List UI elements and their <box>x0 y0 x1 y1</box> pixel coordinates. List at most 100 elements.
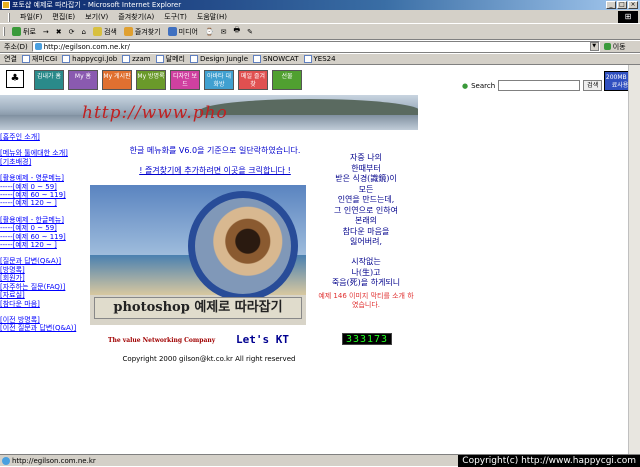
sidebar-link[interactable]: -----[예제 120 ~ ] <box>0 241 86 249</box>
poem-line: 모든 <box>358 184 374 194</box>
browser-window: 포토샵 예제로 따라잡기 - Microsoft Internet Explor… <box>0 0 640 467</box>
sidebar-link[interactable]: [회원가] <box>0 274 86 282</box>
address-label: 주소(D) <box>4 42 28 51</box>
link-item[interactable]: SNOWCAT <box>253 55 299 63</box>
media-icon <box>167 27 177 36</box>
sidebar-link[interactable]: [자주하는 질문(FAQ)] <box>0 283 86 291</box>
poem-line: 자중 나의 <box>350 153 382 162</box>
kt-logo[interactable]: Let's KT <box>236 333 289 346</box>
sidebar-link[interactable]: [활용예제 - 영문메뉴] <box>0 174 86 182</box>
print-button[interactable]: 🖶 <box>234 26 241 37</box>
link-item[interactable]: 달메리 <box>155 54 185 64</box>
go-arrow-icon <box>603 43 611 50</box>
stop-button[interactable]: ✖ <box>56 28 62 36</box>
minimize-button[interactable]: _ <box>606 1 616 9</box>
close-button[interactable]: × <box>628 1 638 9</box>
menu-favorites[interactable]: 즐겨찾기(A) <box>118 12 154 22</box>
sidebar-link[interactable]: -----[예제 0 ~ 59] <box>0 224 86 232</box>
address-input[interactable]: http://egilson.com.ne.kr/ ▼ <box>31 41 600 52</box>
watermark-copyright: Copyright(c) http://www.happycgi.com <box>458 455 640 467</box>
menu-help[interactable]: 도움말(H) <box>197 12 227 22</box>
sidebar-link[interactable]: [기초배경] <box>0 158 86 166</box>
go-button[interactable]: 이동 <box>603 42 626 52</box>
link-item[interactable]: 재미CGI <box>21 54 57 64</box>
link-item[interactable]: happycgi.Job <box>62 55 117 63</box>
mail-button[interactable]: ✉ <box>221 28 227 36</box>
poem-line: 그 인연으로 인하여 <box>334 205 398 215</box>
maximize-button[interactable]: □ <box>617 1 627 9</box>
poem-line: 받은 식경(識鏡)이 <box>335 174 397 183</box>
history-button[interactable]: ⌚ <box>205 28 214 36</box>
favicon-icon <box>122 55 131 63</box>
favorites-button[interactable]: 즐겨찾기 <box>123 27 161 37</box>
main-photo: photoshop 예제로 따라잡기 <box>90 185 306 325</box>
search-input[interactable] <box>498 80 581 91</box>
nav-button[interactable]: 선물 <box>272 70 302 90</box>
link-item[interactable]: zzam <box>122 55 151 63</box>
sidebar-link[interactable]: [질문과 답변(Q&A)] <box>0 257 86 265</box>
site-search: ● Search 검색 <box>462 80 603 91</box>
grip <box>3 27 5 36</box>
forward-button[interactable]: → <box>43 28 49 36</box>
nav-button[interactable]: 아바타 대화방 <box>204 70 234 90</box>
nav-button[interactable]: 디자인 보드 <box>170 70 200 90</box>
link-item[interactable]: Design Jungle <box>189 55 248 63</box>
menu-tools[interactable]: 도구(T) <box>164 12 187 22</box>
favicon-icon <box>155 55 164 63</box>
sidebar-link[interactable]: -----[예제 60 ~ 119] <box>0 233 86 241</box>
favorites-icon <box>123 27 133 36</box>
sidebar-link[interactable]: [자료실] <box>0 291 86 299</box>
nav-button[interactable]: My 게시판 <box>102 70 132 90</box>
search-dot-icon: ● <box>462 81 469 90</box>
link-item[interactable]: YES24 <box>303 55 336 63</box>
photo-caption: photoshop 예제로 따라잡기 <box>94 297 302 319</box>
standard-toolbar: 뒤로 → ✖ ⟳ ⌂ 검색 즐겨찾기 미디어 ⌚ ✉ 🖶 ✎ <box>0 23 640 40</box>
app-icon <box>2 1 10 9</box>
sidebar-link[interactable]: [이전 질문과 답변(Q&A)] <box>0 324 86 332</box>
banner-text: http://www.pho <box>82 103 228 123</box>
status-url: http://egilson.com.ne.kr <box>12 457 96 465</box>
ie-page-icon <box>2 457 10 465</box>
menu-file[interactable]: 파일(F) <box>20 12 42 22</box>
nav-button[interactable]: My 방명록 <box>136 70 166 90</box>
home-button[interactable]: ⌂ <box>82 28 86 36</box>
nav-button[interactable]: 메일 즐겨찾 <box>238 70 268 90</box>
favicon-icon <box>303 55 312 63</box>
magnifier-eye-image <box>188 191 298 301</box>
banner-image: http://www.pho <box>0 95 418 130</box>
bookmark-link[interactable]: ! 즐겨찾기에 추가하려면 이곳을 크릭합니다 ! <box>90 165 340 176</box>
page-icon <box>34 43 42 50</box>
sidebar-link[interactable]: [메뉴와 툴에대한 소개] <box>0 149 86 157</box>
status-bar: http://egilson.com.ne.kr Copyright(c) ht… <box>0 454 640 467</box>
sidebar-link[interactable]: [참다운 마음] <box>0 300 86 308</box>
menu-view[interactable]: 보기(V) <box>85 12 108 22</box>
notice-text: 한글 메뉴화를 V6.0을 기준으로 일단락하였습니다. <box>129 146 301 155</box>
back-arrow-icon <box>12 27 21 36</box>
title-bar: 포토샵 예제로 따라잡기 - Microsoft Internet Explor… <box>0 0 640 10</box>
nav-button[interactable]: 김내가 홈 <box>34 70 64 90</box>
search-button[interactable]: 검색 <box>92 27 117 37</box>
address-bar: 주소(D) http://egilson.com.ne.kr/ ▼ 이동 <box>0 40 640 53</box>
search-submit-button[interactable]: 검색 <box>583 80 603 91</box>
sidebar-link[interactable]: -----[예제 120 ~ ] <box>0 199 86 207</box>
address-dropdown[interactable]: ▼ <box>589 42 599 51</box>
media-button[interactable]: 미디어 <box>167 27 198 37</box>
nav-button[interactable]: My 홈 <box>68 70 98 90</box>
sidebar-link[interactable]: [활용예제 - 한글메뉴] <box>0 216 86 224</box>
poem-line: 잃어버려, <box>350 237 382 246</box>
sidebar-menu: [홈주인 소개] [메뉴와 툴에대한 소개] [기초배경] [활용예제 - 영문메뉴]… <box>0 133 86 333</box>
favicon-icon <box>253 55 261 63</box>
edit-button[interactable]: ✎ <box>247 28 253 36</box>
poem-line: 본래의 <box>354 216 378 225</box>
poem-line: 인연을 만드는데, <box>337 195 395 204</box>
sidebar-link[interactable]: [홈주인 소개] <box>0 133 86 141</box>
address-url: http://egilson.com.ne.kr/ <box>43 42 130 51</box>
back-button[interactable]: 뒤로 <box>12 27 36 37</box>
refresh-button[interactable]: ⟳ <box>69 28 75 36</box>
search-icon <box>92 27 102 36</box>
home-icon[interactable]: ♣ <box>6 70 24 88</box>
sidebar-link[interactable]: -----[예제 0 ~ 59] <box>0 183 86 191</box>
menu-edit[interactable]: 편집(E) <box>52 12 75 22</box>
search-label: Search <box>471 81 496 90</box>
vertical-scrollbar[interactable] <box>628 65 640 454</box>
